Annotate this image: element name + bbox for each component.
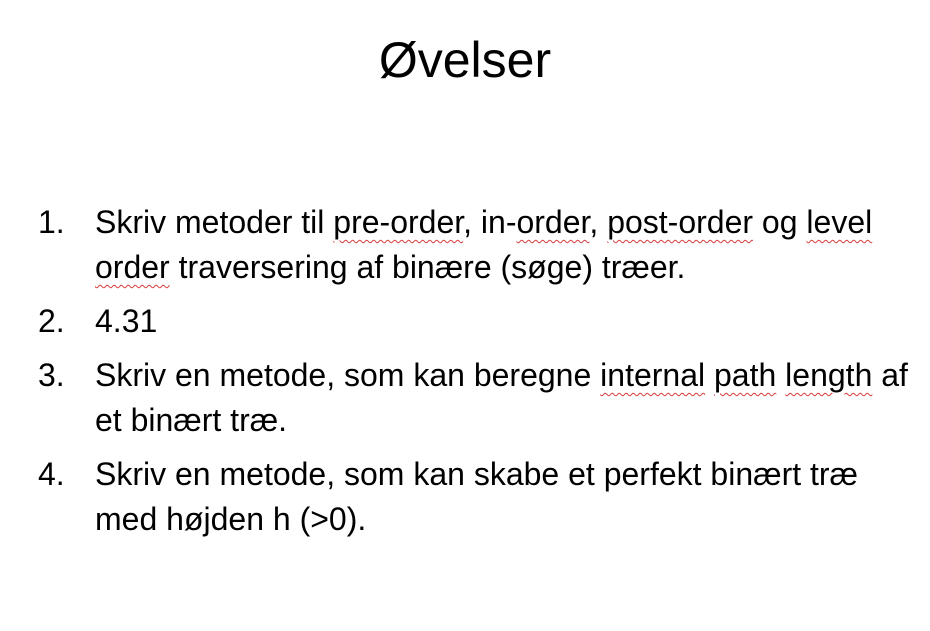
- slide-title: Øvelser: [378, 32, 552, 88]
- list-item: 4. Skriv en metode, som kan skabe et perf…: [38, 452, 918, 542]
- spellcheck-word: pre-order: [333, 204, 464, 240]
- text-segment: , in-: [463, 204, 517, 240]
- text-segment: og: [753, 204, 807, 240]
- text-segment: Skriv en metode, som kan skabe et perfek…: [95, 456, 858, 537]
- text-segment: [776, 357, 785, 393]
- list-number: 2.: [38, 303, 65, 339]
- text-segment: Skriv metoder til: [95, 204, 334, 240]
- text-segment: traversering af binære (søge) træer.: [169, 249, 686, 285]
- text-segment: ,: [589, 204, 608, 240]
- item-text: Skriv metoder til pre-order, in-order, p…: [95, 204, 872, 285]
- text-segment: [705, 357, 714, 393]
- text-segment: Skriv en metode, som kan beregne: [95, 357, 601, 393]
- spellcheck-word: path: [714, 357, 777, 393]
- list-number: 3.: [38, 357, 65, 393]
- item-text: Skriv en metode, som kan skabe et perfek…: [95, 456, 858, 537]
- list-item: 1. Skriv metoder til pre-order, in-order,…: [38, 200, 918, 290]
- spellcheck-word: length: [785, 357, 873, 393]
- spellcheck-word: level: [806, 204, 873, 240]
- spellcheck-word: order: [516, 204, 590, 240]
- list-item: 3. Skriv en metode, som kan beregne inter…: [38, 353, 918, 443]
- slide: Øvelser 1. Skriv metoder til pre-order, i…: [0, 0, 930, 631]
- spellcheck-word: post-order: [607, 204, 754, 240]
- list-item: 2. 4.31: [38, 299, 918, 344]
- spellcheck-word: order: [95, 249, 170, 285]
- list-number: 1.: [38, 204, 65, 240]
- exercise-list: 1. Skriv metoder til pre-order, in-order,…: [38, 200, 918, 551]
- item-text: Skriv en metode, som kan beregne interna…: [95, 357, 908, 438]
- spellcheck-word: internal: [600, 357, 706, 393]
- item-text: 4.31: [95, 303, 157, 339]
- text-segment: 4.31: [95, 303, 158, 339]
- list-number: 4.: [38, 456, 65, 492]
